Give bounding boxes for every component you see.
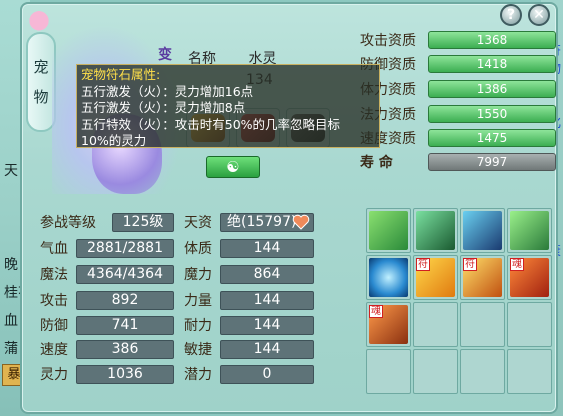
stat-label: 耐力 — [184, 318, 212, 334]
cat-skill-icon — [416, 211, 455, 250]
aptitude-row-stamina: 体力资质 1386 — [360, 79, 556, 98]
bg-text-4: 血 — [4, 313, 18, 329]
soul-tag: 魂 — [369, 305, 383, 318]
transform-label: 变 — [158, 47, 172, 63]
stat-label: 体质 — [184, 241, 212, 257]
stat-label: 魔力 — [184, 267, 212, 283]
stat-strength: 力量 144 — [184, 290, 314, 310]
stat-hp: 气血 2881/2881 — [40, 238, 174, 258]
tooltip-line: 10%的灵力 — [81, 133, 147, 148]
aptitude-bar: 1386 — [428, 79, 556, 98]
stat-mp: 魔法 4364/4364 — [40, 264, 174, 284]
empty-skill-slot[interactable] — [460, 349, 505, 394]
stat-potential: 潜力 0 — [184, 364, 314, 384]
hand-skill-icon — [369, 211, 408, 250]
stat-value: 125级 — [112, 212, 174, 232]
stat-label: 参战等级 — [40, 215, 96, 231]
stat-speed: 速度 386 — [40, 339, 174, 359]
stat-battle-level: 参战等级 125级 — [40, 212, 174, 232]
rune-attribute-tooltip: 宠物符石属性: 五行激发（火）：灵力增加16点 五行激发（火）：灵力增加8点 五… — [76, 64, 380, 148]
skill-slot[interactable] — [460, 208, 505, 253]
lifespan-bar: 7997 — [428, 152, 556, 171]
empty-skill-slot[interactable] — [413, 302, 458, 347]
skill-slot[interactable] — [366, 255, 411, 300]
help-button[interactable]: ? — [500, 4, 522, 26]
heart-icon[interactable] — [292, 214, 310, 230]
stat-endurance: 耐力 144 — [184, 315, 314, 335]
bg-text-5: 蒲 — [4, 341, 18, 357]
skill-slot[interactable] — [507, 208, 552, 253]
eye-skill-icon — [463, 211, 502, 250]
tooltip-line: 五行特效（火）：攻击时有50%的几率忽略目标 — [81, 116, 341, 132]
stat-agility: 敏捷 144 — [184, 339, 314, 359]
stat-constitution: 体质 144 — [184, 238, 314, 258]
lifespan-row: 寿 命 7997 — [360, 152, 556, 171]
skill-slot[interactable]: 魂 — [507, 255, 552, 300]
close-button[interactable]: ✕ — [528, 4, 550, 26]
aptitude-bar: 1418 — [428, 54, 556, 73]
skill-slot[interactable]: 魂 — [366, 302, 411, 347]
lifespan-label: 寿 命 — [360, 154, 393, 171]
stat-value: 144 — [220, 290, 314, 310]
aptitude-row-magic: 法力资质 1550 — [360, 104, 556, 123]
tab-pet-label-2: 物 — [33, 88, 49, 106]
empty-skill-slot[interactable] — [460, 302, 505, 347]
stat-label: 力量 — [184, 293, 212, 309]
heart-hand-skill-icon — [510, 211, 549, 250]
aptitude-row-defense: 防御资质 1418 — [360, 54, 556, 73]
skill-grid: 符 符 魂 魂 — [366, 208, 556, 394]
skill-slot[interactable]: 符 — [413, 255, 458, 300]
stat-attack: 攻击 892 — [40, 290, 174, 310]
stat-value: 386 — [76, 339, 174, 359]
empty-skill-slot[interactable] — [413, 349, 458, 394]
stat-value: 864 — [220, 264, 314, 284]
stat-label: 敏捷 — [184, 342, 212, 358]
soul-tag: 魂 — [510, 258, 524, 271]
stat-value: 4364/4364 — [76, 264, 174, 284]
stat-label: 潜力 — [184, 367, 212, 383]
stat-value: 144 — [220, 238, 314, 258]
empty-skill-slot[interactable] — [366, 349, 411, 394]
stat-magic-power: 魔力 864 — [184, 264, 314, 284]
tooltip-title: 宠物符石属性: — [81, 67, 161, 82]
stat-value: 0 — [220, 364, 314, 384]
stat-label: 防御 — [40, 318, 68, 334]
stat-label: 气血 — [40, 241, 68, 257]
stat-spirit: 灵力 1036 — [40, 364, 174, 384]
pet-attribute-panel: 宠 物 ? ✕ 变 名称 水灵 134 ☯ 攻击资质 1368 防御资质 141… — [20, 2, 558, 414]
yinyang-button[interactable]: ☯ — [206, 156, 260, 178]
empty-skill-slot[interactable] — [507, 349, 552, 394]
aptitude-bar: 1368 — [428, 30, 556, 49]
stat-label: 速度 — [40, 342, 68, 358]
aptitude-bar: 1550 — [428, 104, 556, 123]
tooltip-line: 五行激发（火）：灵力增加8点 — [81, 100, 246, 115]
skill-slot[interactable] — [366, 208, 411, 253]
tooltip-line: 五行激发（火）：灵力增加16点 — [81, 83, 254, 99]
stat-value: 144 — [220, 339, 314, 359]
whirl-skill-icon — [369, 258, 408, 297]
empty-skill-slot[interactable] — [507, 302, 552, 347]
talisman-tag: 符 — [463, 258, 477, 271]
stat-label: 魔法 — [40, 267, 68, 283]
bg-text-2: 晚 — [4, 257, 18, 273]
stat-value: 1036 — [76, 364, 174, 384]
aptitude-row-speed: 速度资质 1475 — [360, 128, 556, 147]
stat-label: 天资 — [184, 215, 212, 231]
stat-label: 攻击 — [40, 293, 68, 309]
aptitude-bar: 1475 — [428, 128, 556, 147]
aptitude-row-attack: 攻击资质 1368 — [360, 30, 556, 49]
skill-slot[interactable]: 符 — [460, 255, 505, 300]
bg-text-1: 天 — [4, 163, 18, 179]
stat-value: 144 — [220, 315, 314, 335]
stat-value: 2881/2881 — [76, 238, 174, 258]
talisman-tag: 符 — [416, 258, 430, 271]
skill-slot[interactable] — [413, 208, 458, 253]
aptitude-label: 攻击资质 — [360, 32, 416, 49]
stat-value: 892 — [76, 290, 174, 310]
flower-decoration-icon — [22, 4, 56, 32]
stat-value: 741 — [76, 315, 174, 335]
tab-pet-label-1: 宠 — [33, 58, 49, 76]
stat-label: 灵力 — [40, 367, 68, 383]
stat-defense: 防御 741 — [40, 315, 174, 335]
